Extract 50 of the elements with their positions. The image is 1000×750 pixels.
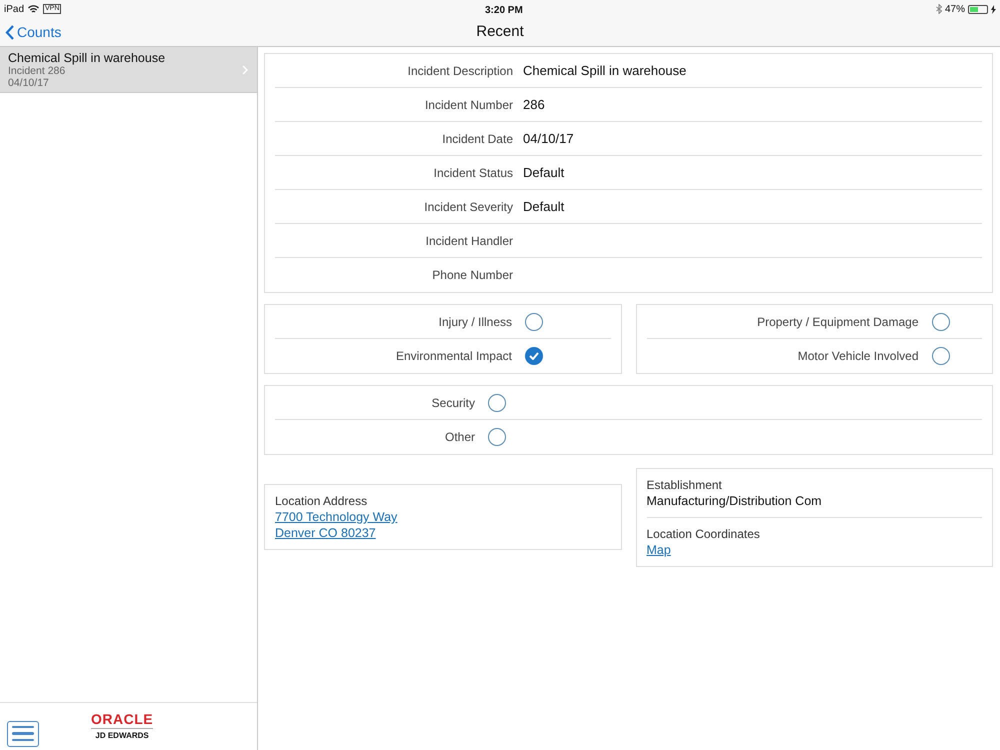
field-value: Chemical Spill in warehouse (523, 62, 686, 80)
field-label: Incident Number (424, 96, 514, 114)
option-checkbox[interactable] (525, 312, 543, 330)
back-chevron-icon (5, 24, 14, 40)
device-name: iPad (4, 2, 24, 16)
screen-title: Recent (476, 22, 524, 42)
field-label: Phone Number (431, 267, 514, 284)
option-checkbox[interactable] (932, 347, 950, 365)
product-name: JD EDWARDS (95, 730, 149, 742)
option-label: Security (430, 394, 476, 412)
field-label: Incident Severity (423, 198, 514, 216)
option-label: Property / Equipment Damage (756, 314, 920, 330)
option-checkbox[interactable] (488, 394, 506, 412)
option-label: Environmental Impact (394, 348, 513, 365)
item-subtitle: Incident 286 (8, 65, 66, 77)
establishment-label: Establishment (646, 477, 723, 493)
battery-percent: 47% (944, 2, 965, 16)
option-label: Other (444, 429, 476, 446)
clock: 3:20 PM (485, 4, 523, 18)
location-label: Location Address (275, 493, 368, 509)
option-label: Injury / Illness (438, 314, 513, 330)
field-value: Default (523, 198, 564, 216)
field-label: Incident Handler (424, 232, 514, 250)
brand-logo: ORACLE (91, 712, 154, 728)
option-checkbox[interactable] (525, 347, 543, 365)
field-label: Incident Date (441, 130, 514, 148)
wifi-icon (28, 4, 40, 14)
charging-icon (991, 4, 996, 14)
menu-button[interactable] (7, 720, 39, 746)
incident-list-item[interactable]: Chemical Spill in warehouse Incident 286 04/10/17 (0, 47, 257, 93)
field-value: 04/10/17 (523, 130, 574, 148)
field-value: 286 (523, 96, 545, 114)
option-checkbox[interactable] (488, 428, 506, 446)
option-label: Motor Vehicle Involved (796, 348, 920, 365)
back-button[interactable]: Counts (0, 22, 62, 42)
coordinates-label: Location Coordinates (646, 526, 761, 542)
address-link[interactable]: 7700 Technology Way (275, 509, 398, 525)
battery-icon (968, 4, 988, 14)
field-label: Incident Description (406, 62, 514, 80)
chevron-icon (242, 65, 248, 75)
map-link[interactable]: Map (646, 542, 671, 558)
option-checkbox[interactable] (932, 312, 950, 330)
item-date: 04/10/17 (8, 77, 49, 89)
item-title: Chemical Spill in warehouse (8, 51, 166, 65)
field-label: Incident Status (432, 164, 514, 182)
address-link[interactable]: Denver CO 80237 (275, 525, 376, 541)
establishment-value: Manufacturing/Distribution Com (646, 493, 823, 509)
bluetooth-icon (936, 4, 942, 14)
field-value: Default (523, 164, 564, 182)
checkmark-icon (529, 352, 539, 360)
